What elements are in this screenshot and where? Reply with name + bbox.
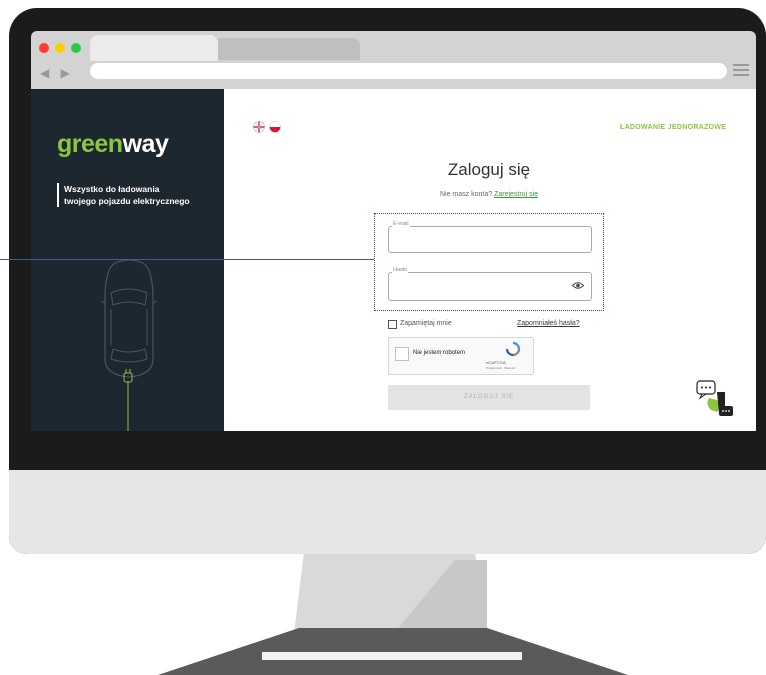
annotation-leader-line: [0, 259, 374, 260]
tagline-line-1: Wszystko do ładowania: [64, 184, 160, 194]
greenway-logo[interactable]: greenway: [57, 130, 169, 159]
chat-widget-icon[interactable]: [695, 378, 735, 418]
close-window-button[interactable]: [39, 43, 49, 53]
one-time-charging-link[interactable]: ŁADOWANIE JEDNORAZOWE: [620, 124, 726, 131]
browser-menu-icon[interactable]: [733, 64, 749, 78]
forgot-password-link[interactable]: Zapomniałeś hasła?: [517, 320, 580, 327]
recaptcha-brand: reCAPTCHA: [486, 361, 506, 365]
eye-icon[interactable]: [572, 281, 584, 290]
email-label: E-mail: [392, 221, 410, 227]
address-bar[interactable]: [90, 63, 727, 79]
remember-me-label[interactable]: Zapamiętaj mnie: [400, 320, 452, 327]
recaptcha-label: Nie jestem robotem: [413, 350, 466, 356]
browser-tab-inactive[interactable]: [214, 38, 336, 60]
sidebar-tagline: Wszystko do ładowania twojego pojazdu el…: [57, 183, 229, 207]
polish-flag-icon[interactable]: [269, 121, 281, 133]
register-link[interactable]: Zarejestruj się: [494, 191, 538, 198]
password-label: Hasło: [392, 267, 409, 273]
charging-plug-icon: [123, 369, 133, 431]
email-field[interactable]: [388, 226, 592, 253]
page-title: Zaloguj się: [447, 160, 531, 179]
monitor-stand-base-edge: [262, 652, 522, 660]
english-flag-icon[interactable]: [253, 121, 265, 133]
maximize-window-button[interactable]: [71, 43, 81, 53]
browser-tab-active[interactable]: [90, 35, 218, 61]
minimize-window-button[interactable]: [55, 43, 65, 53]
no-account-prompt: Nie masz konta? Zarejestruj się: [388, 191, 590, 198]
remember-me-checkbox[interactable]: [388, 320, 397, 329]
tagline-line-2: twojego pojazdu elektrycznego: [64, 196, 190, 206]
car-top-view-icon: [101, 259, 157, 378]
recaptcha-logo-icon: [505, 341, 521, 357]
recaptcha-checkbox[interactable]: [395, 347, 409, 361]
back-forward-arrows-icon[interactable]: ◀ ▶: [40, 66, 74, 80]
monitor-chin: [9, 470, 766, 554]
no-account-text: Nie masz konta?: [439, 191, 493, 198]
password-field[interactable]: [388, 272, 592, 301]
recaptcha-terms[interactable]: Prywatność - Warunki: [486, 366, 515, 370]
login-submit-button[interactable]: ZALOGUJ SIĘ: [388, 385, 590, 410]
